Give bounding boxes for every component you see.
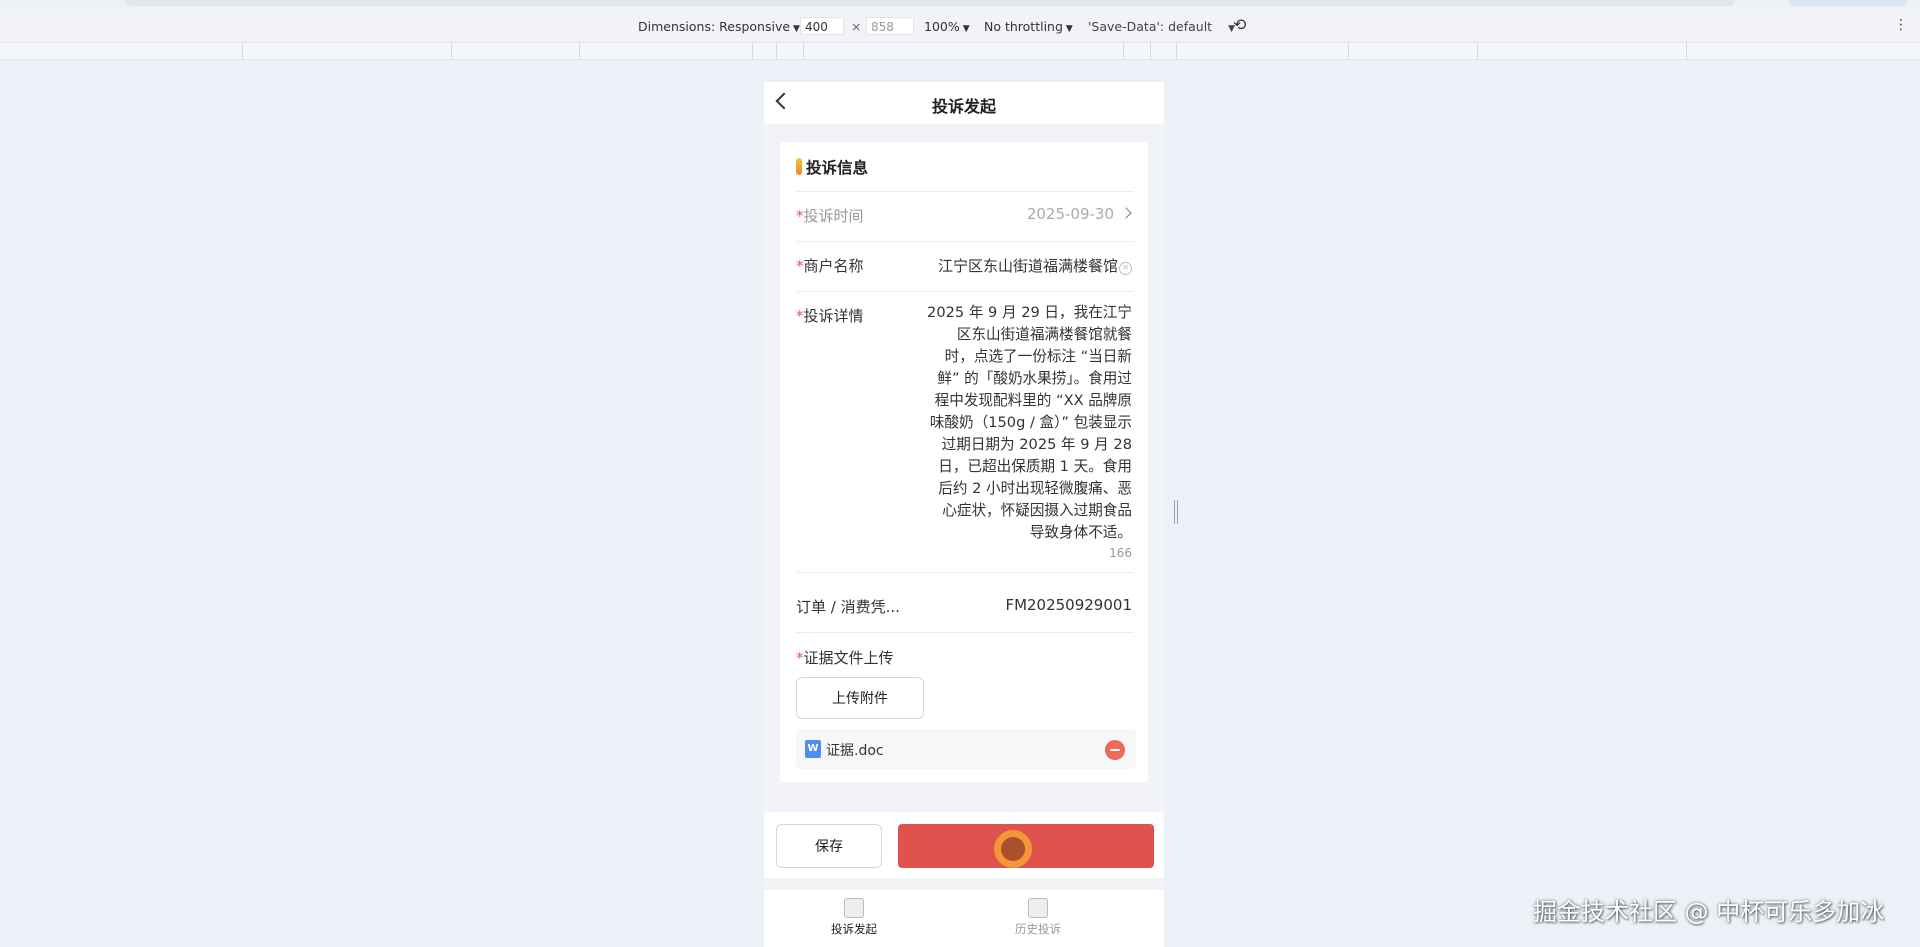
- page-title: 投诉发起: [931, 97, 996, 116]
- upload-attachment-button[interactable]: 上传附件: [796, 677, 924, 719]
- detail-line: 区东山街道福满楼餐馆就餐: [956, 326, 1132, 343]
- time-value: 2025-09-30: [1026, 205, 1114, 223]
- more-options-icon[interactable]: ⋮: [1894, 17, 1908, 33]
- times-sign: ×: [851, 19, 862, 34]
- profile-button[interactable]: [1788, 0, 1908, 6]
- device-toolbar: Dimensions: Responsive ▼ 400 × 858 100% ▼ …: [0, 12, 1920, 42]
- divider: [796, 572, 1134, 573]
- width-input[interactable]: 400: [800, 17, 844, 35]
- complaint-form-card: 投诉信息 *投诉时间 2025-09-30 *商户名称 江宁区东山街道福满楼餐馆…: [780, 142, 1148, 782]
- detail-line: 鲜” 的「酸奶水果捞」。食用过: [937, 370, 1132, 387]
- merchant-input[interactable]: 江宁区东山街道福满楼餐馆 ×: [938, 255, 1132, 276]
- touch-cursor-indicator: [994, 830, 1032, 868]
- evidence-label: *证据文件上传: [796, 647, 894, 668]
- detail-line: 2025 年 9 月 29 日，我在江宁: [927, 304, 1132, 321]
- char-counter: 166: [1109, 546, 1132, 560]
- section-title: 投诉信息: [806, 159, 869, 177]
- attachment-item: W 证据.doc: [796, 729, 1136, 769]
- throttling-label: No throttling: [984, 19, 1063, 34]
- divider: [796, 191, 1134, 192]
- viewport-resize-handle[interactable]: [1174, 500, 1178, 524]
- detail-textarea[interactable]: 2025 年 9 月 29 日，我在江宁 区东山街道福满楼餐馆就餐 时，点选了一…: [917, 302, 1132, 544]
- chevron-down-icon: ▼: [793, 24, 800, 34]
- save-data-label: 'Save-Data': default: [1088, 19, 1213, 34]
- section-accent-bar: [796, 158, 802, 175]
- watermark: 掘金技术社区 @ 中杯可乐多加冰: [1533, 898, 1885, 926]
- chevron-right-icon: [1120, 207, 1132, 219]
- divider: [796, 291, 1134, 292]
- save-data-dropdown[interactable]: 'Save-Data': default ▼: [1088, 19, 1235, 34]
- complaint-tab-icon: [844, 898, 864, 918]
- chevron-down-icon: ▼: [962, 24, 970, 34]
- throttling-dropdown[interactable]: No throttling ▼: [984, 19, 1073, 34]
- attachment-name[interactable]: 证据.doc: [826, 740, 884, 760]
- history-tab-icon: [1028, 898, 1048, 918]
- height-input[interactable]: 858: [866, 17, 914, 35]
- bottom-tab-bar: 投诉发起 历史投诉: [764, 890, 1164, 947]
- evidence-label-text: 证据文件上传: [803, 649, 894, 667]
- time-picker[interactable]: 2025-09-30: [1026, 205, 1132, 223]
- section-header: 投诉信息: [796, 156, 868, 178]
- detail-line: 味酸奶（150g / 盒）” 包装显示: [929, 414, 1132, 431]
- time-label-text: 投诉时间: [803, 207, 864, 225]
- required-mark: *: [796, 307, 804, 325]
- detail-line: 后约 2 小时出现轻微腹痛、恶: [938, 480, 1132, 497]
- action-footer: 保存: [764, 812, 1164, 878]
- required-mark: *: [796, 257, 804, 275]
- word-file-icon: W: [805, 740, 821, 758]
- tab-submit-complaint[interactable]: 投诉发起: [794, 898, 914, 937]
- detail-line: 时，点选了一份标注 “当日新: [944, 348, 1132, 365]
- chevron-down-icon: ▼: [1065, 24, 1073, 34]
- save-button[interactable]: 保存: [776, 824, 882, 868]
- detail-label: *投诉详情: [796, 305, 864, 326]
- zoom-label: 100%: [924, 19, 960, 34]
- clear-icon[interactable]: ×: [1119, 262, 1132, 275]
- remove-attachment-icon[interactable]: [1105, 740, 1125, 760]
- detail-line: 导致身体不适。: [1029, 524, 1132, 541]
- zoom-dropdown[interactable]: 100% ▼: [924, 19, 970, 34]
- browser-top-strip: [0, 0, 1920, 12]
- required-mark: *: [796, 207, 804, 225]
- rotate-icon[interactable]: ⟲: [1233, 15, 1246, 34]
- time-label: *投诉时间: [796, 205, 864, 226]
- divider: [796, 241, 1134, 242]
- detail-line: 心症状，怀疑因摄入过期食品: [942, 502, 1132, 519]
- tab-label: 历史投诉: [1015, 922, 1061, 936]
- address-bar[interactable]: [125, 0, 1735, 6]
- tab-label: 投诉发起: [831, 922, 877, 936]
- detail-line: 过期日期为 2025 年 9 月 28: [941, 436, 1132, 453]
- detail-label-text: 投诉详情: [803, 307, 864, 325]
- order-input[interactable]: FM20250929001: [1005, 596, 1132, 614]
- detail-line: 程中发现配料里的 “XX 品牌原: [934, 392, 1132, 409]
- divider: [796, 632, 1134, 633]
- merchant-label-text: 商户名称: [803, 257, 864, 275]
- nav-header: 投诉发起: [764, 82, 1164, 124]
- tab-history[interactable]: 历史投诉: [978, 898, 1098, 937]
- order-label: 订单 / 消费凭...: [796, 598, 900, 616]
- mobile-viewport: 投诉发起 投诉信息 *投诉时间 2025-09-30 *商户名称 江宁区东山街道…: [763, 82, 1165, 947]
- merchant-label: *商户名称: [796, 255, 864, 276]
- required-mark: *: [796, 649, 804, 667]
- merchant-value: 江宁区东山街道福满楼餐馆: [937, 257, 1118, 275]
- media-query-ruler: [0, 42, 1920, 60]
- dimensions-label: Dimensions: Responsive: [638, 19, 791, 34]
- dimensions-dropdown[interactable]: Dimensions: Responsive ▼: [638, 19, 800, 34]
- detail-line: 日，已超出保质期 1 天。食用: [938, 458, 1132, 475]
